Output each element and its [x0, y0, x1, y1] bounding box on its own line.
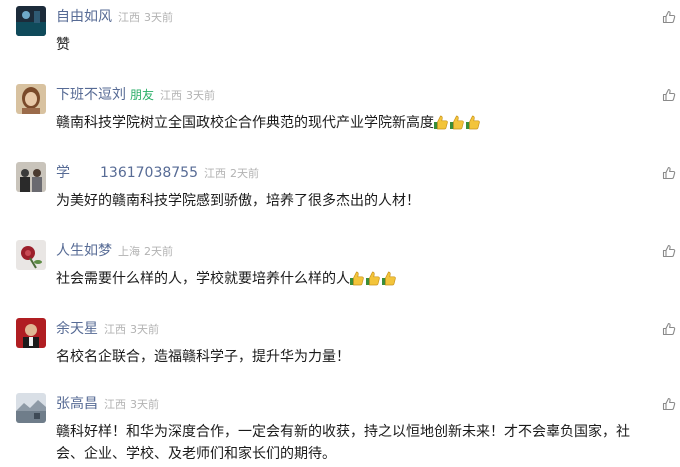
comment-meta: 人生如梦 上海 2天前 [56, 242, 173, 260]
comment-location: 江西 [104, 323, 126, 336]
comment-text-body: 赣科好样！和华为深度合作，一定会有新的收获，持之以恒地创新未来！才不会辜负国家，… [56, 424, 630, 462]
comment-meta: 张高昌 江西 3天前 [56, 395, 159, 413]
comment-text-body: 名校名企联合，造福赣科学子，提升华为力量！ [56, 349, 350, 365]
commenter-name[interactable]: 学 [56, 165, 70, 181]
commenter-name[interactable]: 人生如梦 [56, 243, 112, 259]
comment-time: 2天前 [229, 167, 259, 180]
comment-time: 3天前 [130, 323, 159, 336]
thumbs-up-emoji-icon [366, 271, 380, 286]
thumbs-up-emoji-icon [434, 115, 448, 130]
avatar[interactable] [16, 84, 46, 114]
comment-location: 江西 [203, 167, 226, 180]
comment-text-body: 赣南科技学院树立全国政校企合作典范的现代产业学院新高度 [56, 115, 434, 131]
thumbs-up-emoji-icon [382, 271, 396, 286]
thumbs-up-emoji-icon [466, 115, 480, 130]
friend-badge: 朋友 [130, 88, 155, 102]
thumbs-up-outline-icon[interactable] [662, 322, 676, 336]
comment-meta: 下班不逗刘 朋友 江西 3天前 [56, 86, 215, 104]
avatar[interactable] [16, 318, 46, 348]
thumbs-up-outline-icon[interactable] [662, 166, 676, 180]
commenter-name[interactable]: 自由如风 [56, 9, 112, 25]
comment-time: 3天前 [144, 11, 173, 24]
comment-location: 江西 [160, 89, 183, 102]
comment-text-body: 赞 [56, 37, 70, 53]
commenter-name[interactable]: 张高昌 [56, 396, 98, 412]
avatar[interactable] [16, 6, 46, 36]
comment-text: 赣南科技学院树立全国政校企合作典范的现代产业学院新高度 [56, 112, 616, 137]
comment-text: 赣科好样！和华为深度合作，一定会有新的收获，持之以恒地创新未来！才不会辜负国家，… [56, 421, 656, 465]
thumbs-up-outline-icon[interactable] [662, 397, 676, 411]
comment-text: 社会需要什么样的人，学校就要培养什么样的人 [56, 268, 616, 293]
thumbs-up-outline-icon[interactable] [662, 88, 676, 102]
comment-time: 2天前 [144, 245, 173, 258]
thumbs-up-emoji-icon [350, 271, 364, 286]
commenter-name[interactable]: 下班不逗刘 [56, 87, 126, 103]
comment-time: 3天前 [186, 89, 216, 102]
comment-text: 为美好的赣南科技学院感到骄傲，培养了很多杰出的人材！ [56, 190, 616, 212]
avatar[interactable] [16, 393, 46, 423]
comment-text-body: 社会需要什么样的人，学校就要培养什么样的人 [56, 271, 350, 287]
comment-text: 名校名企联合，造福赣科学子，提升华为力量！ [56, 346, 616, 368]
comment-meta: 自由如风 江西 3天前 [56, 8, 173, 26]
avatar[interactable] [16, 162, 46, 192]
comment-location: 江西 [118, 11, 140, 24]
comment-location: 江西 [104, 398, 126, 411]
commenter-phone: 13617038755 [100, 165, 198, 181]
emoji-group [350, 271, 398, 293]
comment-location: 上海 [118, 245, 140, 258]
commenter-name[interactable]: 余天星 [56, 321, 98, 337]
comment-meta: 学 13617038755 江西 2天前 [56, 164, 259, 182]
thumbs-up-emoji-icon [450, 115, 464, 130]
comment-meta: 余天星 江西 3天前 [56, 320, 159, 338]
thumbs-up-outline-icon[interactable] [662, 10, 676, 24]
comment-text-body: 为美好的赣南科技学院感到骄傲，培养了很多杰出的人材！ [56, 193, 420, 209]
thumbs-up-outline-icon[interactable] [662, 244, 676, 258]
comment-text: 赞 [56, 34, 616, 56]
emoji-group [434, 115, 482, 137]
comment-time: 3天前 [130, 398, 159, 411]
avatar[interactable] [16, 240, 46, 270]
